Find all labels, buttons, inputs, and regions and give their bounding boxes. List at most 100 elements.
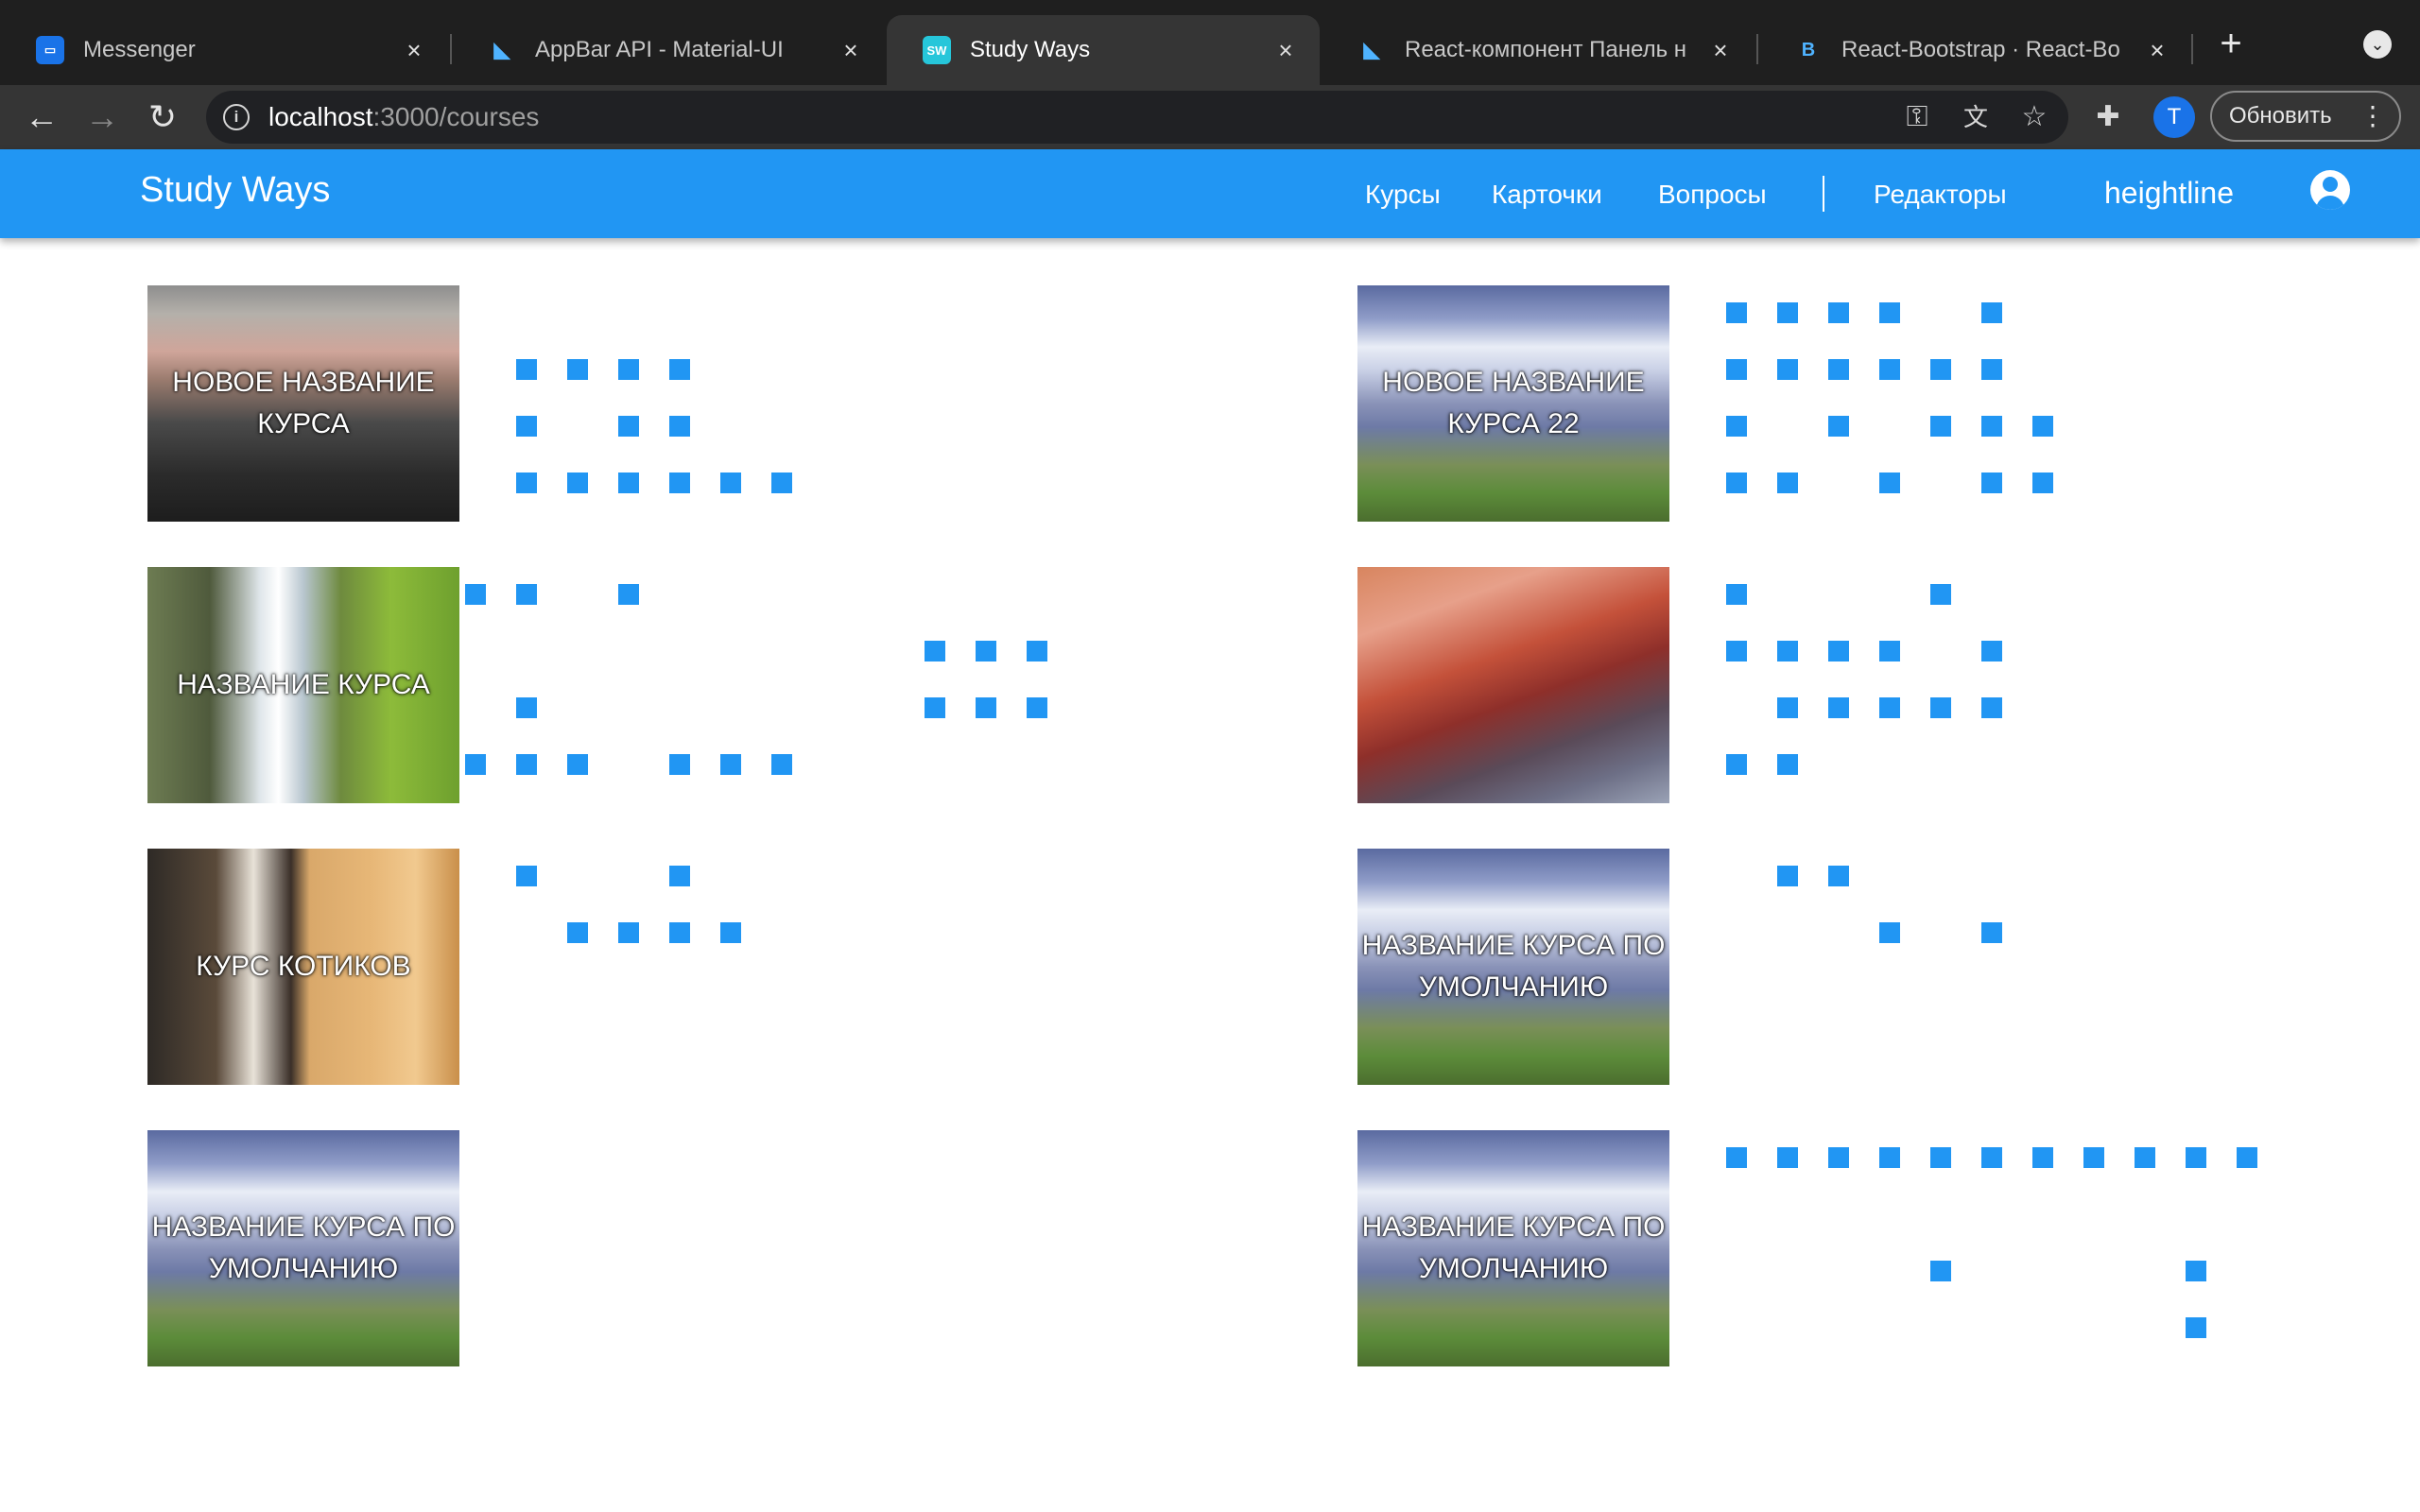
nav-link-cards[interactable]: Карточки <box>1492 180 1602 210</box>
site-info-icon[interactable]: i <box>223 104 250 130</box>
decorative-square <box>1777 866 1798 886</box>
update-button[interactable]: Обновить ⋮ <box>2210 91 2401 142</box>
extensions-puzzle-icon[interactable]: ✚ <box>2089 98 2127 136</box>
decorative-square <box>567 922 588 943</box>
tab-title: React-Bootstrap · React-Bo <box>1841 37 2120 62</box>
decorative-square <box>1828 416 1849 437</box>
course-card[interactable]: НОВОЕ НАЗВАНИЕ КУРСА <box>147 285 1320 522</box>
course-card[interactable]: КУРС КОТИКОВ <box>147 849 1320 1085</box>
username[interactable]: heightline <box>2104 176 2234 211</box>
close-icon[interactable]: × <box>838 36 864 65</box>
nav-link-editors[interactable]: Редакторы <box>1874 180 2007 210</box>
translate-icon[interactable]: 文 <box>1957 98 1995 136</box>
decorative-square <box>1777 359 1798 380</box>
decorative-square <box>1930 1261 1951 1281</box>
course-card[interactable]: НАЗВАНИЕ КУРСА ПО УМОЛЧАНИЮ <box>1357 1130 2420 1366</box>
back-arrow-icon[interactable]: ← <box>19 94 64 140</box>
tab-title: React-компонент Панель н <box>1405 37 1686 62</box>
account-body-shape <box>2316 196 2344 210</box>
bookmark-star-icon[interactable]: ☆ <box>2015 98 2053 136</box>
decorative-square <box>1981 641 2002 662</box>
account-head-shape <box>2323 177 2338 192</box>
tab-title: Messenger <box>83 37 196 62</box>
address-bar[interactable]: i localhost:3000/courses ⚿ 文 ☆ <box>206 91 2068 144</box>
decorative-square <box>1879 359 1900 380</box>
decorative-square <box>1726 359 1747 380</box>
course-thumbnail[interactable]: НАЗВАНИЕ КУРСА <box>147 567 459 803</box>
decorative-square <box>1828 697 1849 718</box>
decorative-square <box>618 584 639 605</box>
decorative-square <box>720 754 741 775</box>
tab-title: AppBar API - Material-UI <box>535 37 784 62</box>
course-card[interactable]: НАЗВАНИЕ КУРСА <box>147 567 1320 803</box>
new-tab-plus-icon[interactable]: + <box>2212 25 2250 62</box>
close-icon[interactable]: × <box>1272 36 1299 65</box>
decorative-square <box>669 922 690 943</box>
decorative-square <box>516 359 537 380</box>
tab-react-panel[interactable]: ◣ React-компонент Панель н × <box>1322 15 1754 85</box>
decorative-square <box>1981 416 2002 437</box>
course-thumbnail[interactable]: КУРС КОТИКОВ <box>147 849 459 1085</box>
decorative-square <box>2186 1317 2206 1338</box>
nav-link-questions[interactable]: Вопросы <box>1658 180 1767 210</box>
profile-avatar[interactable]: T <box>2153 96 2195 138</box>
course-card[interactable]: НОВОЕ НАЗВАНИЕ КУРСА 22 <box>1357 285 2420 522</box>
decorative-square <box>2186 1147 2206 1168</box>
decorative-square <box>1981 472 2002 493</box>
decorative-square <box>1930 359 1951 380</box>
url-text[interactable]: localhost:3000/courses <box>268 102 539 132</box>
app-brand[interactable]: Study Ways <box>140 170 330 211</box>
tab-study-ways[interactable]: SW Study Ways × <box>887 15 1320 85</box>
course-card[interactable]: НАЗВАНИЕ КУРСА ПО УМОЛЧАНИЮ <box>1357 849 2420 1085</box>
decorative-square <box>1981 302 2002 323</box>
tab-messenger[interactable]: ▭ Messenger × <box>0 15 448 85</box>
decorative-square <box>1930 416 1951 437</box>
course-card[interactable] <box>1357 567 2420 803</box>
decorative-square <box>1879 641 1900 662</box>
decorative-square <box>2237 1147 2257 1168</box>
close-icon[interactable]: × <box>1707 36 1734 65</box>
decorative-square <box>1726 754 1747 775</box>
update-button-label: Обновить <box>2229 103 2332 129</box>
course-thumbnail[interactable]: НАЗВАНИЕ КУРСА ПО УМОЛЧАНИЮ <box>1357 849 1669 1085</box>
decorative-square <box>1828 302 1849 323</box>
decorative-square <box>1726 472 1747 493</box>
course-thumbnail[interactable]: НОВОЕ НАЗВАНИЕ КУРСА <box>147 285 459 522</box>
tab-appbar-api[interactable]: ◣ AppBar API - Material-UI × <box>452 15 885 85</box>
decorative-square <box>925 697 945 718</box>
decorative-square <box>1027 641 1047 662</box>
close-icon[interactable]: × <box>401 36 427 65</box>
decorative-square <box>2083 1147 2104 1168</box>
account-circle-icon[interactable] <box>2310 170 2350 210</box>
decorative-square <box>2186 1261 2206 1281</box>
close-icon[interactable]: × <box>2144 36 2170 65</box>
decorative-square <box>771 754 792 775</box>
reload-icon[interactable]: ↻ <box>140 94 185 140</box>
decorative-square <box>1930 697 1951 718</box>
course-title: НАЗВАНИЕ КУРСА ПО УМОЛЧАНИЮ <box>1361 1211 1666 1284</box>
tab-title: Study Ways <box>970 37 1091 62</box>
decorative-square <box>1777 754 1798 775</box>
decorative-square <box>1726 584 1747 605</box>
tab-react-bootstrap[interactable]: B React-Bootstrap · React-Bo × <box>1758 15 2191 85</box>
decorative-square <box>1981 359 2002 380</box>
course-card[interactable]: НАЗВАНИЕ КУРСА ПО УМОЛЧАНИЮ <box>147 1130 1320 1366</box>
course-thumbnail[interactable]: НОВОЕ НАЗВАНИЕ КУРСА 22 <box>1357 285 1669 522</box>
decorative-square <box>465 754 486 775</box>
forward-arrow-icon[interactable]: → <box>79 94 125 140</box>
decorative-square <box>618 472 639 493</box>
key-icon[interactable]: ⚿ <box>1898 98 1936 136</box>
decorative-square <box>516 754 537 775</box>
decorative-square <box>1930 1147 1951 1168</box>
course-thumbnail[interactable]: НАЗВАНИЕ КУРСА ПО УМОЛЧАНИЮ <box>147 1130 459 1366</box>
nav-link-courses[interactable]: Курсы <box>1365 180 1441 210</box>
decorative-square <box>1828 359 1849 380</box>
tab-search-chevron-icon[interactable]: ⌄ <box>2363 30 2392 59</box>
tab-separator <box>2191 34 2193 64</box>
decorative-square <box>2032 472 2053 493</box>
course-thumbnail[interactable]: НАЗВАНИЕ КУРСА ПО УМОЛЧАНИЮ <box>1357 1130 1669 1366</box>
decorative-square <box>669 416 690 437</box>
course-thumbnail[interactable] <box>1357 567 1669 803</box>
more-vert-icon[interactable]: ⋮ <box>2360 93 2386 140</box>
decorative-square <box>567 359 588 380</box>
